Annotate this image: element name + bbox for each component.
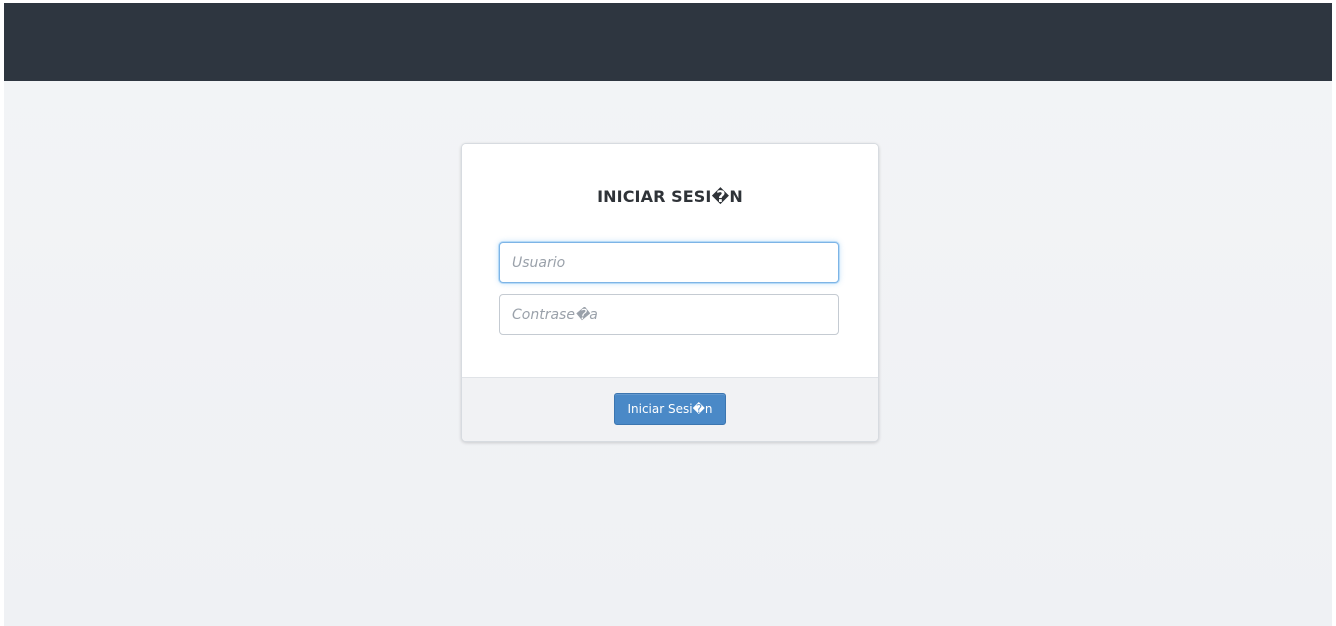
login-panel-body: INICIAR SESI�N	[462, 144, 878, 377]
page-background: INICIAR SESI�N Iniciar Sesi�n	[4, 3, 1332, 626]
login-panel: INICIAR SESI�N Iniciar Sesi�n	[461, 143, 879, 442]
login-title: INICIAR SESI�N	[597, 187, 743, 206]
login-panel-footer: Iniciar Sesi�n	[462, 377, 878, 441]
login-button[interactable]: Iniciar Sesi�n	[614, 393, 726, 425]
top-navbar	[4, 3, 1332, 81]
username-input[interactable]	[499, 242, 839, 283]
password-input[interactable]	[499, 294, 839, 335]
